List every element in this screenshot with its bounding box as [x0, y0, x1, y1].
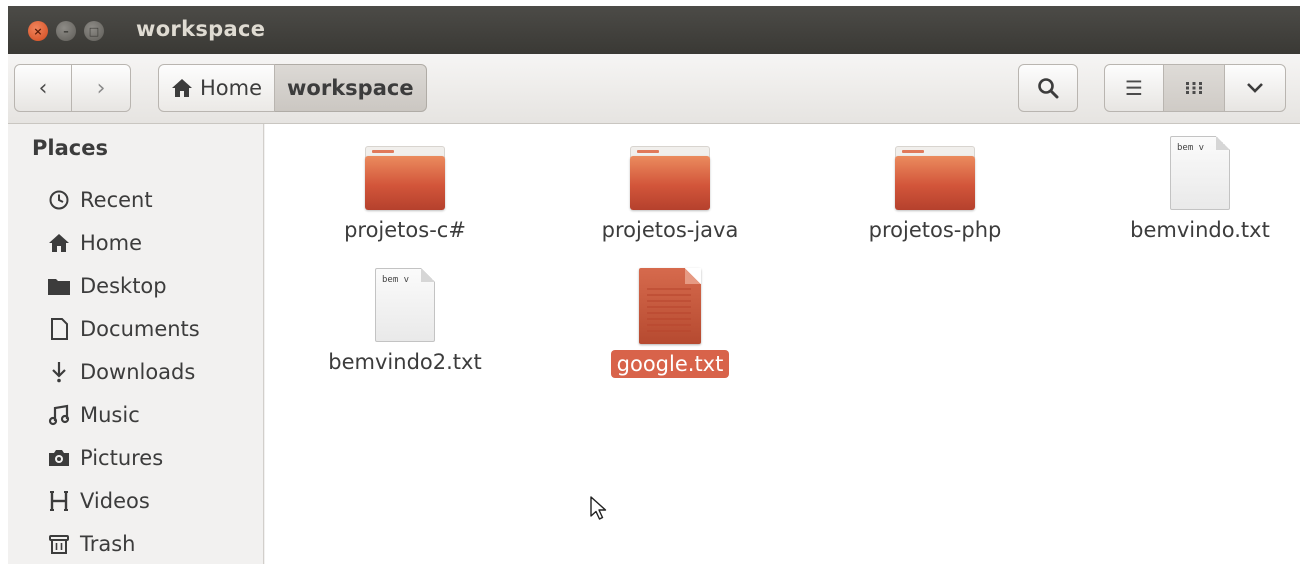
search-icon [1038, 78, 1059, 99]
sidebar-item-label: Videos [80, 489, 150, 513]
sidebar-item-label: Home [80, 231, 143, 255]
text-file-icon: bem v [375, 268, 435, 342]
file-name: bemvindo2.txt [328, 350, 482, 374]
sidebar-item-label: Pictures [80, 446, 164, 470]
download-icon [52, 362, 66, 383]
close-icon: × [33, 24, 43, 38]
file-item[interactable]: bem v bemvindo2.txt [285, 268, 525, 376]
back-button[interactable]: ‹ [14, 64, 72, 112]
folder-icon [895, 146, 975, 210]
folder-icon [48, 279, 70, 295]
file-item[interactable]: projetos-java [550, 146, 790, 244]
sidebar-item-documents[interactable]: Documents [44, 311, 200, 347]
sidebar-item-pictures[interactable]: Pictures [44, 440, 163, 476]
minimize-icon: – [63, 24, 69, 38]
maximize-icon: □ [88, 24, 100, 38]
sidebar-item-desktop[interactable]: Desktop [44, 268, 167, 304]
file-manager-window: × – □ workspace ‹ › Home workspace ☰ Pla… [8, 6, 1300, 564]
sidebar-item-recent[interactable]: Recent [44, 182, 153, 218]
list-view-button[interactable]: ☰ [1104, 64, 1164, 112]
sidebar-item-music[interactable]: Music [44, 397, 140, 433]
home-icon [49, 234, 69, 252]
camera-icon [49, 450, 69, 466]
home-icon [172, 79, 192, 97]
text-preview: bem v [1177, 143, 1205, 153]
file-grid[interactable]: projetos-c# projetos-java projetos-php b… [265, 124, 1300, 564]
sidebar-item-label: Music [80, 403, 140, 427]
breadcrumb-current[interactable]: workspace [275, 64, 427, 112]
close-window-button[interactable]: × [28, 21, 48, 41]
sidebar-item-label: Downloads [80, 360, 196, 384]
file-item[interactable]: projetos-c# [285, 146, 525, 244]
breadcrumb: Home workspace [158, 64, 427, 112]
breadcrumb-home[interactable]: Home [158, 64, 276, 112]
text-file-icon: bem v [1170, 136, 1230, 210]
chevron-down-icon [1247, 83, 1263, 93]
trash-icon [49, 535, 69, 554]
breadcrumb-home-label: Home [200, 76, 263, 100]
sidebar-item-label: Trash [80, 532, 136, 556]
title-bar[interactable]: × – □ workspace [8, 6, 1300, 54]
sidebar-heading: Places [32, 136, 108, 160]
sidebar-item-downloads[interactable]: Downloads [44, 354, 195, 390]
document-icon [51, 318, 68, 340]
mouse-cursor-icon [590, 496, 607, 520]
file-item[interactable]: projetos-php [815, 146, 1055, 244]
music-icon [48, 404, 70, 426]
sidebar: Places Recent Home Desktop Documents Dow… [8, 124, 264, 564]
file-item[interactable]: bem v bemvindo.txt [1080, 136, 1300, 244]
sidebar-item-label: Recent [80, 188, 153, 212]
file-name: projetos-java [601, 218, 739, 242]
sidebar-item-label: Documents [80, 317, 200, 341]
sidebar-item-trash[interactable]: Trash [44, 526, 136, 562]
chevron-left-icon: ‹ [38, 75, 48, 101]
file-name: projetos-php [868, 218, 1002, 242]
clock-icon [49, 190, 69, 210]
sidebar-item-home[interactable]: Home [44, 225, 142, 261]
grid-view-button[interactable] [1163, 64, 1225, 112]
list-icon: ☰ [1125, 76, 1143, 100]
folder-icon [630, 146, 710, 210]
file-item-selected[interactable]: google.txt [550, 268, 790, 378]
maximize-window-button[interactable]: □ [84, 21, 104, 41]
minimize-window-button[interactable]: – [56, 21, 76, 41]
breadcrumb-current-label: workspace [287, 76, 414, 100]
sidebar-item-videos[interactable]: Videos [44, 483, 150, 519]
folder-icon [365, 146, 445, 210]
text-preview: bem v [382, 275, 410, 285]
film-icon [50, 491, 68, 511]
file-name: projetos-c# [344, 218, 466, 242]
file-name: google.txt [610, 350, 730, 378]
chevron-right-icon: › [96, 75, 106, 101]
search-button[interactable] [1018, 64, 1078, 112]
window-title: workspace [136, 17, 266, 41]
forward-button[interactable]: › [71, 64, 131, 112]
sidebar-item-label: Desktop [80, 274, 167, 298]
file-name: bemvindo.txt [1130, 218, 1270, 242]
html-file-icon [639, 268, 701, 344]
view-options-button[interactable] [1224, 64, 1286, 112]
toolbar: ‹ › Home workspace ☰ [8, 54, 1300, 124]
grid-icon [1186, 82, 1202, 94]
